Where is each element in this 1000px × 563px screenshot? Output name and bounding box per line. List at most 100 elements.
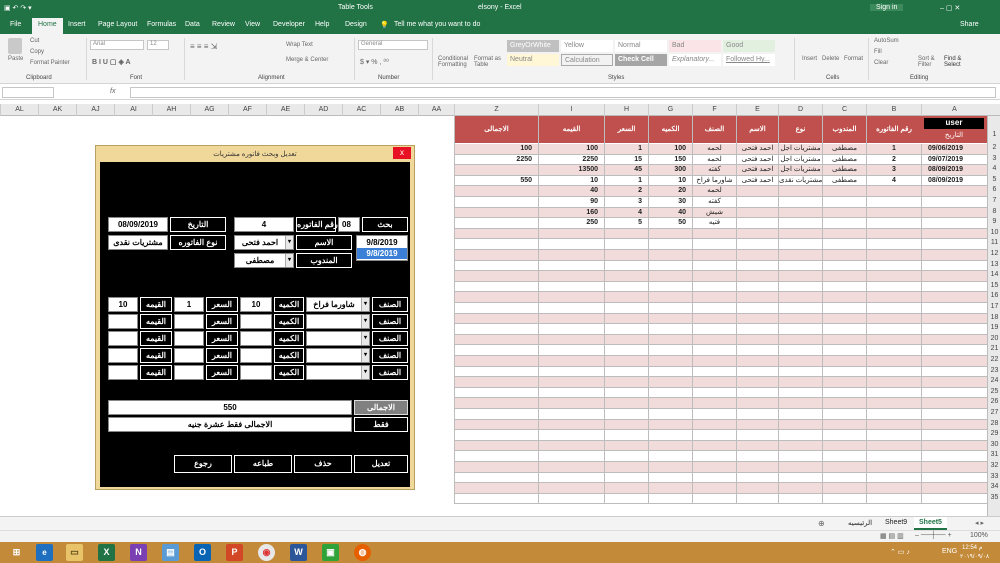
table-cell[interactable] — [921, 366, 987, 378]
table-cell[interactable] — [921, 292, 987, 303]
table-cell[interactable] — [778, 334, 822, 346]
column-header-G[interactable]: G — [648, 104, 692, 116]
table-cell[interactable] — [648, 398, 692, 409]
user-cell[interactable]: user — [924, 118, 984, 129]
table-cell[interactable] — [454, 430, 538, 441]
font-name-box[interactable]: Arial — [90, 40, 144, 50]
header-rep[interactable]: المندوب — [822, 116, 866, 144]
table-cell[interactable] — [538, 239, 604, 250]
table-cell[interactable]: 100 — [538, 144, 604, 155]
style-explanatory[interactable]: Explanatory... — [669, 54, 721, 66]
table-cell[interactable] — [454, 303, 538, 314]
table-cell[interactable] — [866, 462, 921, 473]
table-cell[interactable] — [778, 398, 822, 409]
table-cell[interactable] — [822, 313, 866, 325]
table-cell[interactable] — [454, 271, 538, 282]
sheet-tab-sheet9[interactable]: Sheet9 — [885, 519, 907, 526]
format-painter-button[interactable]: Format Painter — [30, 60, 70, 66]
table-cell[interactable] — [921, 271, 987, 282]
table-cell[interactable] — [604, 451, 648, 462]
word-icon[interactable]: W — [290, 544, 307, 561]
table-cell[interactable]: 3 — [866, 165, 921, 176]
table-cell[interactable] — [822, 324, 866, 335]
row-header[interactable]: 3 — [988, 155, 1000, 166]
table-cell[interactable] — [454, 377, 538, 388]
table-cell[interactable] — [736, 228, 778, 240]
clock-time[interactable]: 12:54 م — [962, 544, 982, 551]
table-cell[interactable] — [454, 239, 538, 250]
table-cell[interactable]: 08/09/2019 — [921, 175, 987, 187]
table-cell[interactable]: 10 — [648, 175, 692, 187]
table-cell[interactable] — [921, 451, 987, 462]
total-in-words[interactable]: الاجمالى فقط عشرة جنيه — [108, 417, 352, 432]
table-cell[interactable] — [604, 430, 648, 441]
table-cell[interactable] — [866, 345, 921, 356]
table-cell[interactable] — [921, 419, 987, 431]
table-cell[interactable] — [538, 281, 604, 293]
chevron-down-icon[interactable]: ▾ — [285, 254, 293, 267]
column-header-Z[interactable]: Z — [454, 104, 538, 116]
ie-icon[interactable]: e — [36, 544, 53, 561]
table-cell[interactable] — [778, 239, 822, 250]
table-cell[interactable] — [538, 260, 604, 272]
table-cell[interactable]: 2250 — [538, 154, 604, 166]
price-input[interactable] — [174, 314, 204, 329]
chrome-icon[interactable]: ◉ — [258, 544, 275, 561]
table-cell[interactable] — [648, 387, 692, 399]
table-cell[interactable] — [648, 260, 692, 272]
table-cell[interactable] — [822, 292, 866, 303]
table-cell[interactable] — [778, 250, 822, 261]
table-cell[interactable] — [822, 250, 866, 261]
table-cell[interactable] — [538, 356, 604, 367]
start-icon[interactable]: ⊞ — [8, 544, 25, 561]
column-header-B[interactable]: B — [866, 104, 921, 116]
table-cell[interactable] — [692, 324, 736, 335]
table-cell[interactable] — [921, 186, 987, 197]
column-header-AF[interactable]: AF — [228, 104, 266, 116]
table-cell[interactable]: 550 — [454, 175, 538, 187]
table-cell[interactable] — [692, 377, 736, 388]
name-box[interactable] — [2, 87, 54, 98]
table-cell[interactable] — [822, 207, 866, 219]
row-header[interactable]: 6 — [988, 186, 1000, 197]
table-cell[interactable] — [692, 356, 736, 367]
table-cell[interactable] — [692, 387, 736, 399]
row-header[interactable]: 31 — [988, 451, 1000, 462]
table-cell[interactable] — [604, 324, 648, 335]
table-cell[interactable] — [778, 377, 822, 388]
row-header[interactable]: 8 — [988, 208, 1000, 219]
table-cell[interactable] — [822, 334, 866, 346]
table-cell[interactable] — [921, 345, 987, 356]
table-cell[interactable] — [921, 440, 987, 452]
table-cell[interactable] — [778, 197, 822, 208]
header-price[interactable]: السعر — [604, 116, 648, 144]
table-cell[interactable] — [736, 345, 778, 356]
table-cell[interactable] — [648, 345, 692, 356]
row-header[interactable]: 24 — [988, 377, 1000, 388]
table-cell[interactable] — [692, 430, 736, 441]
table-cell[interactable] — [822, 218, 866, 229]
table-cell[interactable] — [538, 303, 604, 314]
table-cell[interactable] — [778, 324, 822, 335]
table-cell[interactable]: كفته — [692, 197, 736, 208]
table-cell[interactable] — [604, 440, 648, 452]
table-cell[interactable] — [866, 218, 921, 229]
table-cell[interactable] — [648, 377, 692, 388]
tab-view[interactable]: View — [245, 21, 260, 28]
tab-file[interactable]: File — [10, 21, 21, 28]
invoice-no-input[interactable]: 4 — [234, 217, 294, 232]
row-header[interactable]: 10 — [988, 229, 1000, 240]
sheet-nav-arrows[interactable]: ◂ ▸ — [975, 519, 984, 527]
column-header-AC[interactable]: AC — [342, 104, 380, 116]
table-cell[interactable] — [778, 366, 822, 378]
table-cell[interactable] — [648, 292, 692, 303]
table-cell[interactable] — [736, 324, 778, 335]
cut-button[interactable]: Cut — [30, 38, 39, 44]
table-cell[interactable] — [736, 419, 778, 431]
rep-combo[interactable]: مصطفى ▾ — [234, 253, 294, 268]
table-cell[interactable] — [866, 440, 921, 452]
table-cell[interactable] — [692, 366, 736, 378]
table-cell[interactable] — [648, 271, 692, 282]
table-cell[interactable] — [454, 483, 538, 494]
row-header[interactable]: 33 — [988, 473, 1000, 484]
